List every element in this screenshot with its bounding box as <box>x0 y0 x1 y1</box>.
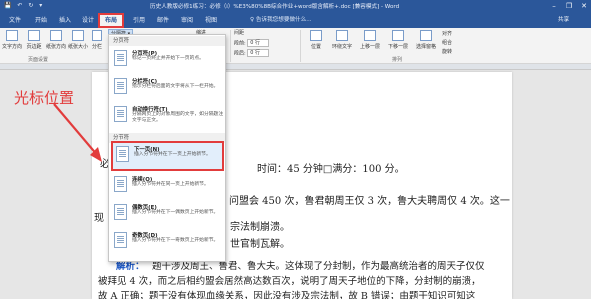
tab-insert[interactable]: 插入 <box>54 13 76 28</box>
bring-forward-button[interactable]: 上移一层 <box>358 30 382 54</box>
exam-time-line: 时间：45 分钟□满分：100 分。 <box>257 164 405 175</box>
body-line-1: 问盟会 450 次，鲁君朝周王仅 3 次，鲁大夫聘周仅 4 次。这一 <box>229 196 510 207</box>
menu-item-next-page[interactable]: 下一页(N) 插入分节符并在下一页上开始新节。 <box>111 141 224 171</box>
quick-access-toolbar[interactable]: 💾 ↶ ↻ ▾ <box>4 2 44 9</box>
menu-item-odd-page[interactable]: 奇数页(D) 插入分节符并在下一奇数页上开始新节。 <box>111 229 224 255</box>
orientation-button[interactable]: 纸张方向 <box>46 30 66 54</box>
even-page-break-icon <box>114 204 127 220</box>
send-backward-button[interactable]: 下移一层 <box>386 30 410 54</box>
selection-pane-button[interactable]: 选择窗格 <box>414 30 438 54</box>
text-direction-button[interactable]: 文字方向 <box>2 30 22 54</box>
ribbon-separator <box>230 30 231 62</box>
tab-file[interactable]: 文件 <box>4 13 26 28</box>
align-button[interactable]: 对齐 <box>442 30 452 38</box>
page-breaks-header: 分页符 <box>109 36 225 46</box>
word-window: 💾 ↶ ↻ ▾ 历史人教版必修1练习：必修（ⅰ）%E3%80%8B综合作业+wo… <box>0 0 591 299</box>
tab-view[interactable]: 视图 <box>200 13 222 28</box>
analysis-line-3: 故 A 正确；题干没有体现血缘关系，因此没有涉及宗法制，故 B 错误；由题干知识… <box>98 291 476 299</box>
text-wrapping-break-icon <box>114 106 127 122</box>
column-break-icon <box>114 78 127 94</box>
bring-forward-icon <box>364 30 376 41</box>
tab-references[interactable]: 引用 <box>128 13 150 28</box>
tab-home[interactable]: 开始 <box>30 13 52 28</box>
spacing-label: 间距 <box>234 30 245 36</box>
margins-button[interactable]: 页边距 <box>24 30 44 54</box>
body-line-2-start: 现 <box>94 213 104 224</box>
ribbon-separator <box>300 30 301 62</box>
tab-layout[interactable]: 布局 <box>98 13 124 28</box>
menu-item-continuous[interactable]: 连续(O) 插入分节符并在同一页上开始新节。 <box>111 173 224 199</box>
minimize-button[interactable]: – <box>547 1 561 12</box>
send-backward-icon <box>392 30 404 41</box>
menu-item-page-break[interactable]: 分页符(P) 标记一页终止并开始下一页的点。 <box>111 47 224 73</box>
window-title: 历史人教版必修1练习：必修（ⅰ）%E3%80%8B综合作业+word版含解析+.… <box>150 4 400 10</box>
spacing-before-input[interactable]: 0 行 <box>247 39 270 47</box>
option-d-line: 世官制瓦解。 <box>230 239 290 250</box>
maximize-button[interactable]: ❐ <box>562 1 576 12</box>
odd-page-break-icon <box>114 232 127 248</box>
continuous-break-icon <box>114 176 127 192</box>
tell-me-search[interactable]: ♀ 告诉我您想要做什么... <box>250 15 312 26</box>
selection-pane-icon <box>420 30 432 41</box>
text-direction-icon <box>6 30 18 41</box>
tab-design[interactable]: 设计 <box>78 13 98 28</box>
wrap-text-button[interactable]: 环绕文字 <box>330 30 354 54</box>
size-icon <box>72 30 84 41</box>
annotation-arrow <box>53 103 102 162</box>
menu-item-even-page[interactable]: 偶数页(E) 插入分节符并在下一偶数页上开始新节。 <box>111 201 224 227</box>
spacing-after-input[interactable]: 0 行 <box>247 49 270 57</box>
share-button[interactable]: 共享 <box>558 15 569 26</box>
title-bar: 💾 ↶ ↻ ▾ 历史人教版必修1练习：必修（ⅰ）%E3%80%8B综合作业+wo… <box>0 0 591 13</box>
page-break-icon <box>114 50 127 66</box>
ribbon-tabs: 文件 开始 插入 设计 布局 引用 邮件 审阅 视图 ♀ 告诉我您想要做什么..… <box>0 13 591 28</box>
columns-icon <box>92 30 102 41</box>
analysis-line-2: 被拜见 4 次，而之后相约盟会居然高达数百次，说明了周天子地位的下降，分封制的崩… <box>98 276 481 287</box>
page-setup-group-label: 页面设置 <box>28 57 49 63</box>
next-page-break-icon <box>116 146 129 162</box>
position-icon <box>310 30 322 41</box>
tab-mailings[interactable]: 邮件 <box>152 13 174 28</box>
arrange-group-label: 排列 <box>392 57 403 63</box>
margins-icon <box>28 30 40 41</box>
breaks-dropdown-menu: 分页符 分页符(P) 标记一页终止并开始下一页的点。 分栏符(C) 指示分栏符后… <box>108 34 226 262</box>
orientation-icon <box>50 30 62 41</box>
menu-item-column-break[interactable]: 分栏符(C) 指示分栏符后面的文字将从下一栏开始。 <box>111 75 224 101</box>
ribbon-layout: 文字方向 页边距 纸张方向 纸张大小 分栏 分隔符 ▾ 页面设置 缩进 间距 段… <box>0 28 591 64</box>
close-button[interactable]: ✕ <box>577 1 591 12</box>
group-button[interactable]: 组合 <box>442 39 452 47</box>
position-button[interactable]: 位置 <box>306 30 326 54</box>
wrap-text-icon <box>336 30 348 41</box>
columns-button[interactable]: 分栏 <box>90 30 104 54</box>
size-button[interactable]: 纸张大小 <box>68 30 88 54</box>
spacing-after-row: 段后: 0 行 <box>234 49 270 57</box>
tab-review[interactable]: 审阅 <box>176 13 198 28</box>
rotate-button[interactable]: 旋转 <box>442 48 452 56</box>
option-c-line: 宗法制崩溃。 <box>230 222 290 233</box>
menu-item-text-wrapping-break[interactable]: 自动换行符(T) 分隔网页上的对象周围的文字，如分隔题注文字与正文。 <box>111 103 224 129</box>
spacing-before-row: 段前: 0 行 <box>234 39 270 47</box>
